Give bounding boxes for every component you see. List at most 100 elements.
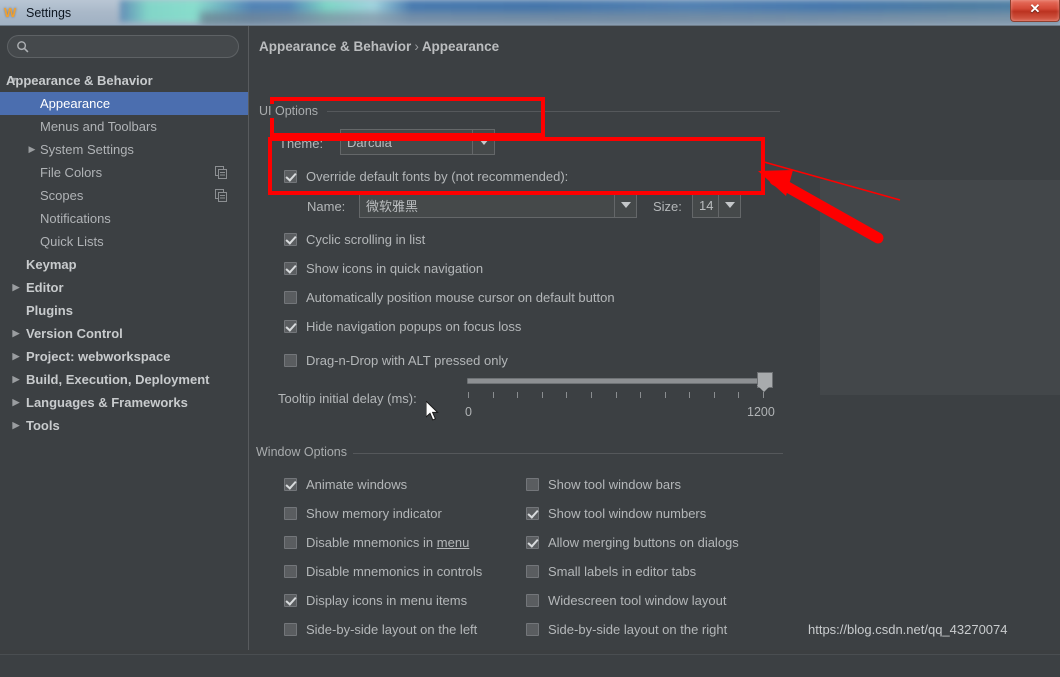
checkbox[interactable] bbox=[526, 506, 539, 520]
sidebar-item-menus-and-toolbars[interactable]: Menus and Toolbars bbox=[0, 115, 248, 138]
copy-icon[interactable] bbox=[215, 166, 228, 179]
chevron-right-icon[interactable]: ▶ bbox=[10, 322, 22, 345]
sidebar-item-plugins[interactable]: Plugins bbox=[0, 299, 248, 322]
sidebar-item-notifications[interactable]: Notifications bbox=[0, 207, 248, 230]
window-options-group-title: Window Options bbox=[256, 445, 354, 459]
chevron-right-icon[interactable]: ▶ bbox=[10, 414, 22, 437]
window-option-left-5[interactable]: Side-by-side layout on the left bbox=[284, 619, 477, 639]
sidebar-item-system-settings[interactable]: ▶ System Settings bbox=[0, 138, 248, 161]
chevron-right-icon[interactable]: ▶ bbox=[26, 138, 38, 161]
checkbox[interactable] bbox=[526, 535, 539, 549]
tooltip-delay-min-label: 0 bbox=[465, 405, 472, 419]
window-option-right-4[interactable]: Widescreen tool window layout bbox=[526, 590, 726, 610]
font-name-dropdown[interactable]: 微软雅黑 bbox=[359, 192, 637, 218]
checkbox[interactable] bbox=[284, 564, 297, 578]
title-bar-blurred-background-secondary bbox=[200, 12, 1060, 26]
sidebar-item-label: Editor bbox=[26, 280, 64, 295]
chevron-right-icon[interactable]: ▶ bbox=[10, 391, 22, 414]
breadcrumb-current: Appearance bbox=[421, 39, 500, 54]
checkbox[interactable] bbox=[284, 477, 297, 491]
window-option-right-0[interactable]: Show tool window bars bbox=[526, 474, 681, 494]
window-option-left-0[interactable]: Animate windows bbox=[284, 474, 407, 494]
window-option-left-4[interactable]: Display icons in menu items bbox=[284, 590, 467, 610]
checkbox[interactable] bbox=[526, 477, 539, 491]
checkbox[interactable] bbox=[284, 622, 297, 636]
window-title: Settings bbox=[26, 6, 72, 20]
window-options-group-line bbox=[349, 453, 783, 454]
checkbox[interactable] bbox=[526, 622, 539, 636]
ui-options-group-title: UI Options bbox=[259, 104, 325, 118]
checkbox-label: Display icons in menu items bbox=[306, 592, 468, 608]
ui-option-checkbox-1[interactable]: Show icons in quick navigation bbox=[284, 258, 483, 278]
checkbox[interactable] bbox=[526, 564, 539, 578]
chevron-down-icon[interactable] bbox=[718, 193, 740, 217]
window-option-right-1[interactable]: Show tool window numbers bbox=[526, 503, 706, 523]
checkbox[interactable] bbox=[284, 232, 297, 246]
settings-content-panel: Appearance & Behavior › Appearance UI Opti… bbox=[249, 26, 1060, 650]
chevron-right-icon[interactable]: ▶ bbox=[10, 368, 22, 391]
window-option-right-3[interactable]: Small labels in editor tabs bbox=[526, 561, 696, 581]
sidebar-item-version-control[interactable]: ▶ Version Control bbox=[0, 322, 248, 345]
sidebar-item-quick-lists[interactable]: Quick Lists bbox=[0, 230, 248, 253]
font-size-label: Size: bbox=[653, 199, 682, 214]
checkbox[interactable] bbox=[284, 290, 297, 304]
sidebar-item-tools[interactable]: ▶ Tools bbox=[0, 414, 248, 437]
window-option-right-5[interactable]: Side-by-side layout on the right bbox=[526, 619, 727, 639]
sidebar-item-editor[interactable]: ▶ Editor bbox=[0, 276, 248, 299]
checkbox[interactable] bbox=[284, 535, 297, 549]
sidebar-item-keymap[interactable]: Keymap bbox=[0, 253, 248, 276]
checkbox-label: Cyclic scrolling in list bbox=[306, 231, 426, 247]
sidebar-item-project-webworkspace[interactable]: ▶ Project: webworkspace bbox=[0, 345, 248, 368]
chevron-right-icon[interactable]: ▶ bbox=[10, 345, 22, 368]
sidebar-item-label: Project: webworkspace bbox=[26, 349, 171, 364]
background-panel-region bbox=[820, 180, 1060, 395]
sidebar-item-languages-frameworks[interactable]: ▶ Languages & Frameworks bbox=[0, 391, 248, 414]
copy-icon[interactable] bbox=[215, 189, 228, 202]
breadcrumb-separator: › bbox=[414, 39, 419, 54]
checkbox-label: Show tool window bars bbox=[548, 476, 681, 492]
override-fonts-checkbox-row[interactable]: Override default fonts by (not recommend… bbox=[284, 166, 568, 186]
sidebar-item-scopes[interactable]: Scopes bbox=[0, 184, 248, 207]
checkbox[interactable] bbox=[284, 261, 297, 275]
ui-option-checkbox-2[interactable]: Automatically position mouse cursor on d… bbox=[284, 287, 615, 307]
ui-option-checkbox-3[interactable]: Hide navigation popups on focus loss bbox=[284, 316, 521, 336]
tooltip-delay-slider-thumb[interactable] bbox=[757, 372, 773, 392]
slider-tick bbox=[541, 392, 543, 398]
tooltip-delay-slider-track[interactable] bbox=[467, 378, 765, 384]
theme-dropdown[interactable]: Darcula bbox=[340, 129, 495, 155]
checkbox[interactable] bbox=[284, 593, 297, 607]
tooltip-delay-label: Tooltip initial delay (ms): bbox=[278, 391, 417, 406]
ui-option-checkbox-4[interactable]: Drag-n-Drop with ALT pressed only bbox=[284, 350, 508, 370]
checkbox-label: Animate windows bbox=[306, 476, 408, 492]
sidebar-item-appearance[interactable]: Appearance bbox=[0, 92, 248, 115]
slider-tick bbox=[566, 392, 568, 398]
sidebar-item-build-execution-deployment[interactable]: ▶ Build, Execution, Deployment bbox=[0, 368, 248, 391]
slider-tick bbox=[763, 392, 764, 398]
checkbox[interactable] bbox=[526, 593, 539, 607]
window-option-right-2[interactable]: Allow merging buttons on dialogs bbox=[526, 532, 739, 552]
close-icon[interactable] bbox=[1010, 0, 1060, 22]
checkbox[interactable] bbox=[284, 353, 297, 367]
slider-tick bbox=[689, 392, 691, 398]
window-option-left-1[interactable]: Show memory indicator bbox=[284, 503, 442, 523]
checkbox-label: Allow merging buttons on dialogs bbox=[548, 534, 739, 550]
window-option-left-3[interactable]: Disable mnemonics in controls bbox=[284, 561, 482, 581]
search-box[interactable] bbox=[7, 35, 239, 58]
sidebar-item-label: Appearance & Behavior bbox=[6, 73, 153, 88]
font-size-value: 14 bbox=[699, 197, 714, 213]
chevron-down-icon[interactable] bbox=[614, 193, 636, 217]
settings-dialog: W Settings ▼Appearance & BehaviorAppeara… bbox=[0, 0, 1060, 677]
search-input[interactable] bbox=[35, 38, 235, 58]
window-option-left-2[interactable]: Disable mnemonics in menu bbox=[284, 532, 469, 552]
font-size-dropdown[interactable]: 14 bbox=[692, 192, 741, 218]
override-fonts-checkbox[interactable] bbox=[284, 169, 297, 183]
checkbox[interactable] bbox=[284, 319, 297, 333]
sidebar-item-appearance-behavior[interactable]: ▼ Appearance & Behavior bbox=[0, 69, 248, 92]
ui-option-checkbox-0[interactable]: Cyclic scrolling in list bbox=[284, 229, 425, 249]
breadcrumb-parent: Appearance & Behavior bbox=[259, 39, 412, 54]
sidebar-item-file-colors[interactable]: File Colors bbox=[0, 161, 248, 184]
sidebar-item-label: Build, Execution, Deployment bbox=[26, 372, 210, 387]
chevron-down-icon[interactable] bbox=[472, 130, 494, 154]
checkbox[interactable] bbox=[284, 506, 297, 520]
chevron-right-icon[interactable]: ▶ bbox=[10, 276, 22, 299]
